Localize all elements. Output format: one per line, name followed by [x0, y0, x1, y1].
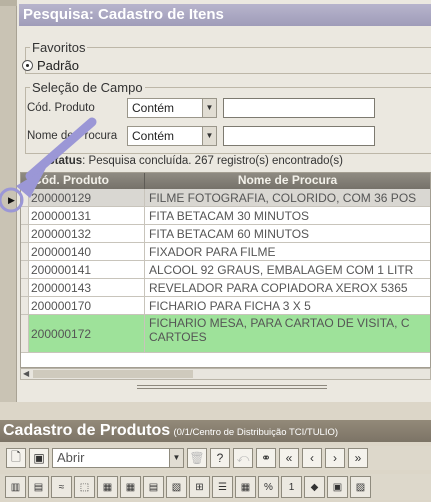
toolbar-secondary: ▥ ▤ ≈ ⬚ ▦ ▦ ▤ ▧ ⊞ ☰ ▦ % 1 ◆ ▣ ▨: [0, 474, 431, 500]
toolbar-primary: 🗋 ▣ Abrir ▼ 🗑 ? ⤺ ⚭ « ‹ › »: [0, 446, 431, 470]
grid-icon[interactable]: ▦: [120, 476, 141, 498]
pointer-icon[interactable]: ⬚: [74, 476, 95, 498]
cod-produto-operator-value: Contém: [132, 101, 175, 115]
previous-record-icon[interactable]: ‹: [302, 448, 322, 468]
left-rail-cap: [0, 0, 17, 6]
tree-icon[interactable]: ⊞: [189, 476, 210, 498]
row-header[interactable]: [21, 297, 29, 314]
selecao-legend: Seleção de Campo: [32, 80, 143, 95]
abrir-select[interactable]: Abrir ▼: [52, 448, 184, 468]
status-text: : Pesquisa concluída. 267 registro(s) en…: [82, 155, 343, 167]
table-row[interactable]: 200000170 FICHARIO PARA FICHA 3 X 5: [21, 297, 430, 315]
next-record-icon[interactable]: ›: [325, 448, 345, 468]
cell-code: 200000132: [29, 225, 145, 242]
status-prefix: Status: [47, 155, 83, 167]
chart-icon[interactable]: ▤: [28, 476, 49, 498]
cell-name: REVELADOR PARA COPIADORA XEROX 5365: [149, 281, 408, 295]
col-cod-produto[interactable]: Cód. Produto: [29, 173, 145, 189]
cell-name: FICHARIO MESA, PARA CARTAO DE VISITA, C …: [149, 316, 410, 344]
favoritos-group: Favoritos: [25, 40, 431, 74]
cell-name: FITA BETACAM 60 MINUTOS: [149, 227, 310, 241]
nome-procura-operator-value: Contém: [132, 129, 175, 143]
row-header[interactable]: [21, 279, 29, 296]
cell-name: FIXADOR PARA FILME: [149, 245, 276, 259]
cell-name: FILME FOTOGRAFIA, COLORIDO, COM 36 POS: [149, 191, 417, 205]
cell-name: FICHARIO PARA FICHA 3 X 5: [149, 299, 311, 313]
nome-procura-input[interactable]: [223, 126, 375, 146]
cell-code: 200000143: [29, 279, 145, 296]
cod-produto-operator[interactable]: Contém ▼: [127, 98, 217, 118]
cell-code: 200000140: [29, 243, 145, 260]
binoculars-icon[interactable]: ⚭: [256, 448, 276, 468]
barcode-icon[interactable]: ▦: [235, 476, 256, 498]
cod-produto-input[interactable]: [223, 98, 375, 118]
cod-produto-label: Cód. Produto: [27, 102, 95, 114]
radio-icon[interactable]: [22, 60, 33, 71]
table-row[interactable]: 200000131 FITA BETACAM 30 MINUTOS: [21, 207, 430, 225]
percent-icon[interactable]: %: [258, 476, 279, 498]
cell-code: 200000172: [29, 315, 145, 352]
horizontal-scrollbar[interactable]: ◀: [20, 368, 431, 380]
nome-procura-operator[interactable]: Contém ▼: [127, 126, 217, 146]
trash-icon[interactable]: 🗑: [187, 448, 207, 468]
row-header[interactable]: [21, 261, 29, 278]
columns-icon[interactable]: ▥: [5, 476, 26, 498]
cell-name: ALCOOL 92 GRAUS, EMBALAGEM COM 1 LITR: [149, 263, 414, 277]
row-header[interactable]: [21, 189, 29, 206]
chevron-down-icon[interactable]: ▼: [202, 127, 216, 145]
export-icon[interactable]: ▨: [350, 476, 371, 498]
bottom-title: Cadastro de Produtos: [3, 422, 171, 439]
cell-code: 200000129: [29, 189, 145, 206]
row-header[interactable]: [21, 243, 29, 260]
status-line: Status: Pesquisa concluída. 267 registro…: [47, 155, 343, 167]
table-row[interactable]: 200000143 REVELADOR PARA COPIADORA XEROX …: [21, 279, 430, 297]
header-spacer: [21, 173, 29, 189]
abrir-value: Abrir: [57, 450, 85, 465]
scroll-thumb[interactable]: [33, 370, 193, 378]
cell-code: 200000131: [29, 207, 145, 224]
table-icon[interactable]: ▤: [143, 476, 164, 498]
table-row[interactable]: 200000140 FIXADOR PARA FILME: [21, 243, 430, 261]
row-pointer-icon: ▶: [8, 195, 15, 205]
row-header[interactable]: [21, 315, 29, 352]
nome-procura-label: Nome de Procura: [27, 130, 118, 142]
row-header[interactable]: [21, 207, 29, 224]
cell-code: 200000141: [29, 261, 145, 278]
layout-icon[interactable]: ▦: [97, 476, 118, 498]
first-record-icon[interactable]: «: [279, 448, 299, 468]
search-panel: Pesquisa: Cadastro de Itens Favoritos Pa…: [17, 0, 431, 402]
table-row[interactable]: 200000141 ALCOOL 92 GRAUS, EMBALAGEM COM …: [21, 261, 430, 279]
chevron-down-icon[interactable]: ▼: [169, 449, 183, 467]
grid-header: Cód. Produto Nome de Procura: [21, 173, 430, 189]
rows-icon[interactable]: ☰: [212, 476, 233, 498]
calculator-icon[interactable]: ▧: [166, 476, 187, 498]
bottom-window-title: Cadastro de Produtos (0/1/Centro de Dist…: [0, 420, 431, 442]
graph-icon[interactable]: ≈: [51, 476, 72, 498]
scroll-left-icon[interactable]: ◀: [23, 369, 29, 378]
save-icon[interactable]: ▣: [29, 448, 49, 468]
format-icon[interactable]: 1: [281, 476, 302, 498]
row-header[interactable]: [21, 225, 29, 242]
tag-icon[interactable]: ◆: [304, 476, 325, 498]
report-icon[interactable]: ▣: [327, 476, 348, 498]
back-icon[interactable]: ⤺: [233, 448, 253, 468]
new-document-icon[interactable]: 🗋: [6, 448, 26, 468]
cell-name: FITA BETACAM 30 MINUTOS: [149, 209, 310, 223]
results-grid: Cód. Produto Nome de Procura 200000129 FI…: [20, 172, 431, 368]
favoritos-legend: Favoritos: [32, 40, 86, 55]
bottom-subtitle: (0/1/Centro de Distribuição TCI/TULIO): [173, 427, 339, 438]
radio-padrao-label: Padrão: [37, 58, 79, 73]
radio-padrao[interactable]: Padrão: [22, 58, 79, 73]
table-row[interactable]: 200000172 FICHARIO MESA, PARA CARTAO DE V…: [21, 315, 430, 353]
table-row[interactable]: 200000132 FITA BETACAM 60 MINUTOS: [21, 225, 430, 243]
window-title: Pesquisa: Cadastro de Itens: [19, 4, 431, 26]
chevron-down-icon[interactable]: ▼: [202, 99, 216, 117]
last-record-icon[interactable]: »: [348, 448, 368, 468]
splitter-handle[interactable]: [137, 385, 327, 389]
col-nome-procura[interactable]: Nome de Procura: [145, 173, 430, 189]
table-row[interactable]: 200000129 FILME FOTOGRAFIA, COLORIDO, COM…: [21, 189, 430, 207]
help-icon[interactable]: ?: [210, 448, 230, 468]
cell-code: 200000170: [29, 297, 145, 314]
